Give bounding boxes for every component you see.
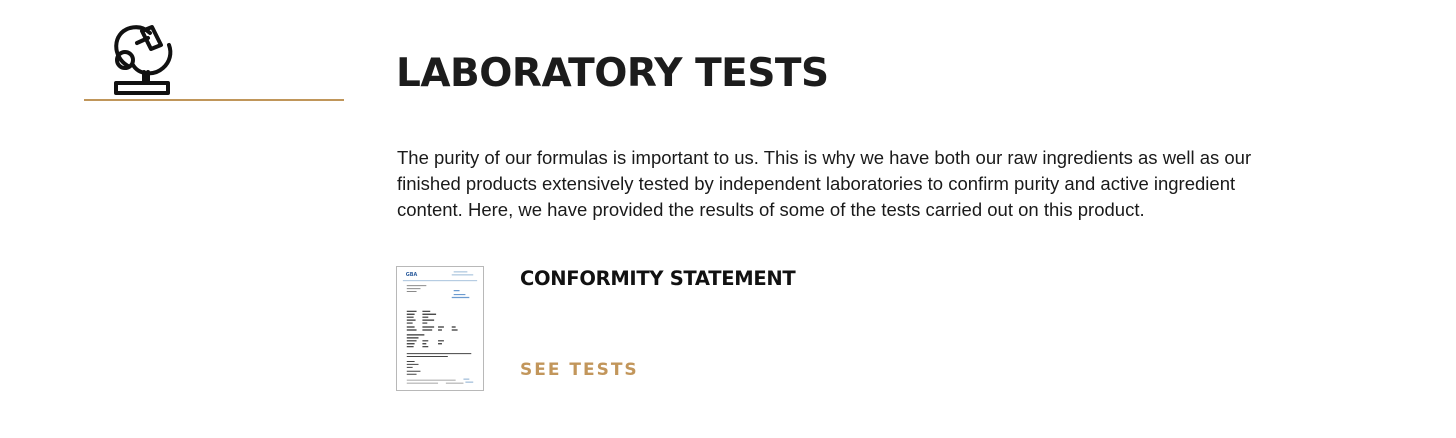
see-tests-link[interactable]: SEE TESTS <box>520 358 639 382</box>
section-intro: The purity of our formulas is important … <box>397 147 1252 220</box>
test-title: CONFORMITY STATEMENT <box>520 267 796 290</box>
document-thumbnail[interactable]: GBA <box>396 266 484 391</box>
accent-divider <box>84 99 344 101</box>
thumbnail-logo: GBA <box>406 272 418 278</box>
section-title: LABORATORY TESTS <box>396 51 829 96</box>
section-icon-block <box>84 18 344 101</box>
microscope-icon <box>108 23 178 96</box>
